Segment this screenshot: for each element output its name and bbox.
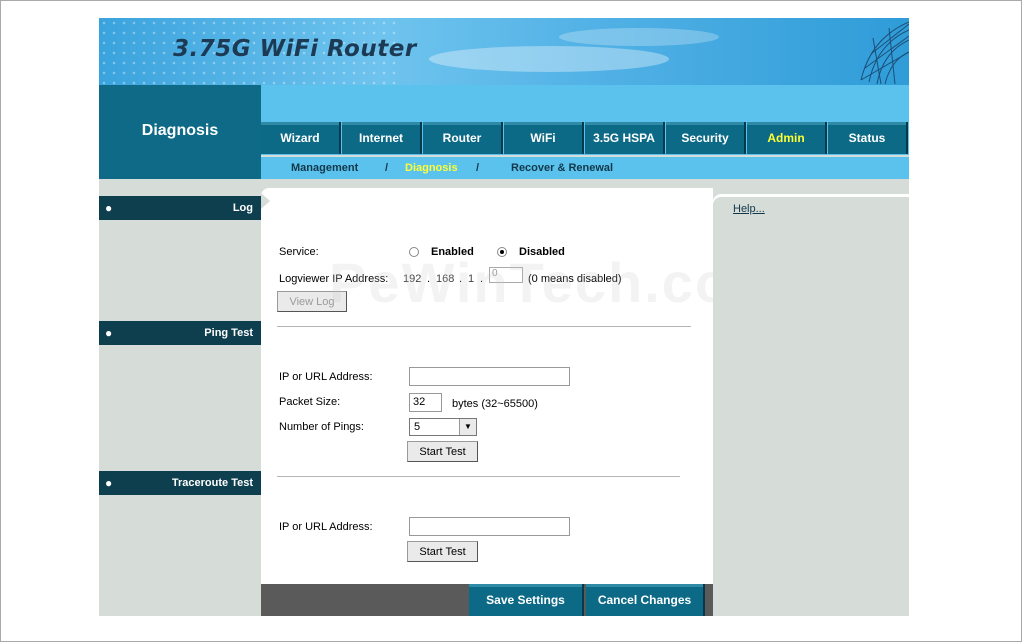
header-banner: 3.75G WiFi Router: [99, 18, 909, 85]
ip-hint: (0 means disabled): [528, 273, 622, 285]
bullet-icon: ●: [105, 476, 113, 490]
ip-dot: .: [480, 273, 484, 285]
dropdown-arrow-icon[interactable]: ▼: [459, 419, 476, 435]
sidebar-label: Traceroute Test: [171, 477, 253, 489]
tab-router[interactable]: Router: [423, 122, 501, 154]
main-content: Service: Enabled Disabled Logviewer IP A…: [261, 188, 713, 616]
tab-security[interactable]: Security: [666, 122, 744, 154]
sidebar-traceroute-header: ● Traceroute Test: [99, 471, 261, 495]
ping-ip-input[interactable]: [409, 367, 570, 386]
ip-dot: .: [427, 273, 431, 285]
section-title-box: Diagnosis: [99, 85, 261, 179]
tab-internet[interactable]: Internet: [342, 122, 420, 154]
subnav-diagnosis[interactable]: Diagnosis: [405, 162, 458, 174]
router-title: 3.75G WiFi Router: [173, 36, 417, 62]
number-of-pings-label: Number of Pings:: [279, 421, 364, 433]
help-link[interactable]: Help...: [733, 203, 765, 215]
save-settings-button[interactable]: Save Settings: [469, 584, 582, 616]
traceroute-start-test-button[interactable]: Start Test: [407, 541, 478, 562]
bullet-icon: ●: [105, 201, 113, 215]
divider: [277, 476, 680, 477]
router-page: 3.75G WiFi Router Diagnosis Wizard Inter…: [99, 18, 909, 616]
ip-octet-2: 168: [436, 273, 455, 285]
disabled-label: Disabled: [519, 246, 565, 258]
ping-start-test-button[interactable]: Start Test: [407, 441, 478, 462]
ping-ip-label: IP or URL Address:: [279, 371, 373, 383]
packet-size-label: Packet Size:: [279, 396, 341, 408]
ip-dot: .: [459, 273, 463, 285]
section-title: Diagnosis: [141, 122, 219, 139]
bullet-icon: ●: [105, 326, 113, 340]
banner-swirl: [559, 28, 719, 46]
view-log-button[interactable]: View Log: [277, 291, 347, 312]
divider: [277, 326, 691, 327]
disabled-radio[interactable]: [497, 247, 507, 257]
subnav-recover-renewal[interactable]: Recover & Renewal: [511, 162, 613, 174]
subnav-separator: /: [385, 162, 389, 174]
number-of-pings-select[interactable]: 5 ▼: [409, 418, 477, 436]
sidebar-log-header: ● Log: [99, 196, 261, 220]
help-panel: Help...: [713, 194, 909, 616]
traceroute-ip-input[interactable]: [409, 517, 570, 536]
content-notch: [261, 193, 270, 209]
banner-swirl: [429, 46, 669, 72]
tab-admin[interactable]: Admin: [747, 122, 825, 154]
enabled-radio[interactable]: [409, 247, 419, 257]
service-label: Service:: [279, 246, 319, 258]
packet-size-hint: bytes (32~65500): [452, 398, 538, 410]
sub-navigation: Management / Diagnosis / Recover & Renew…: [261, 157, 909, 179]
sidebar-label: Ping Test: [204, 327, 253, 339]
subnav-management[interactable]: Management: [291, 162, 358, 174]
ip-octet-1: 192: [403, 273, 422, 285]
traceroute-ip-label: IP or URL Address:: [279, 521, 373, 533]
tab-status[interactable]: Status: [828, 122, 906, 154]
tab-wizard[interactable]: Wizard: [261, 122, 339, 154]
logviewer-ip-label: Logviewer IP Address:: [279, 273, 389, 285]
logviewer-ip-last-octet-input[interactable]: 0: [489, 267, 523, 283]
subnav-separator: /: [476, 162, 480, 174]
tab-3-5g-hspa[interactable]: 3.5G HSPA: [585, 122, 663, 154]
sidebar-ping-header: ● Ping Test: [99, 321, 261, 345]
tab-wifi[interactable]: WiFi: [504, 122, 582, 154]
packet-size-input[interactable]: 32: [409, 393, 442, 412]
enabled-label: Enabled: [431, 246, 474, 258]
sidebar-label: Log: [232, 202, 253, 214]
ip-octet-3: 1: [468, 273, 475, 285]
cancel-changes-button[interactable]: Cancel Changes: [586, 584, 703, 616]
satellite-dish-icon: [860, 21, 909, 85]
number-of-pings-value: 5: [414, 421, 421, 433]
